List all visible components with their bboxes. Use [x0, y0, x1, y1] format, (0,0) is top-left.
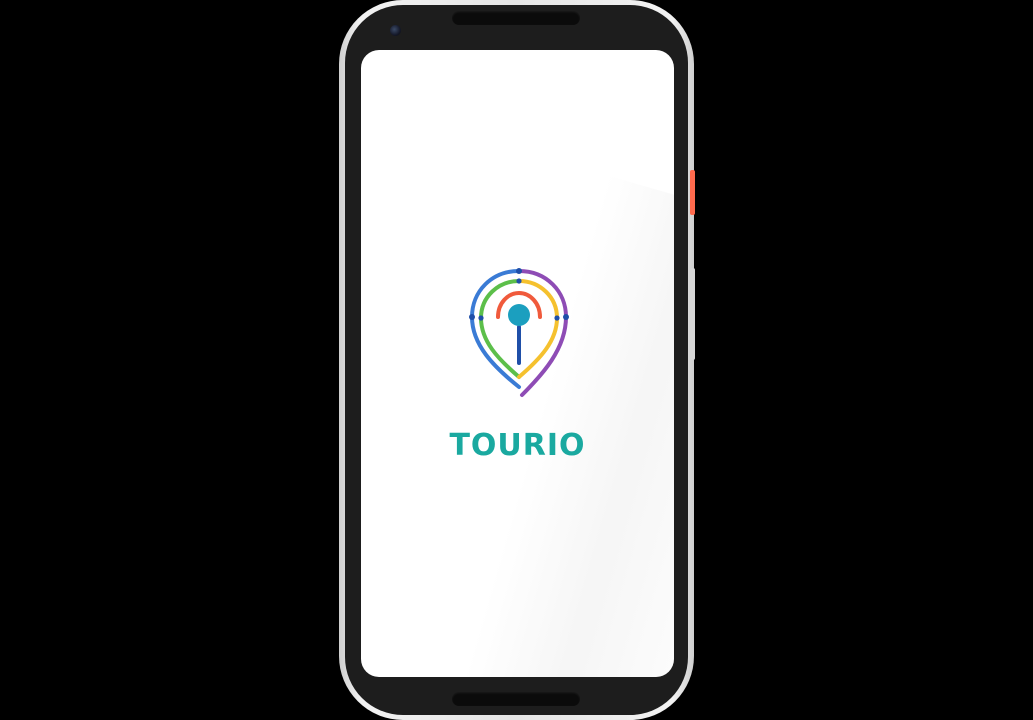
front-camera-icon [390, 25, 401, 36]
screen-glare [464, 175, 674, 677]
power-button[interactable] [690, 170, 695, 215]
volume-button[interactable] [690, 268, 695, 360]
stage: TOURIO [0, 0, 1033, 720]
top-speaker-grille [452, 11, 580, 25]
brand-logo [464, 265, 574, 405]
location-pin-icon [469, 268, 569, 397]
app-screen: TOURIO [361, 50, 674, 677]
app-name-title: TOURIO [449, 428, 586, 463]
bottom-speaker-grille [452, 692, 580, 706]
